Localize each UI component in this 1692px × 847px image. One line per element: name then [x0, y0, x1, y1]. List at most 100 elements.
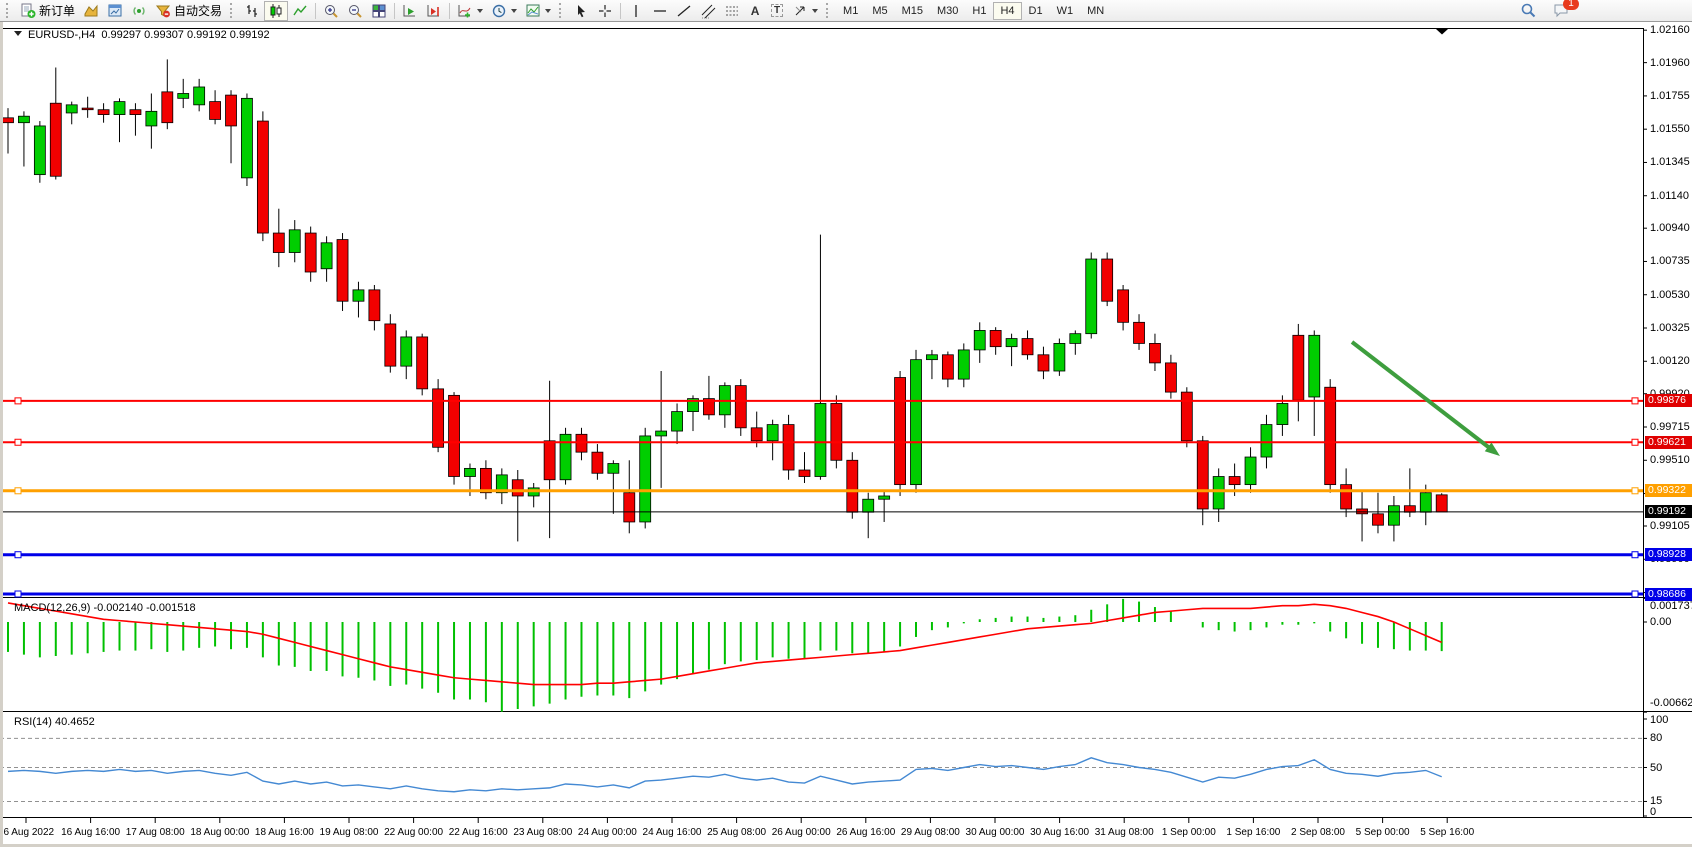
- timeframe-button-H4[interactable]: H4: [993, 2, 1021, 20]
- timeframe-button-H1[interactable]: H1: [965, 2, 993, 20]
- trend-arrow[interactable]: [1352, 342, 1500, 456]
- market-watch-button[interactable]: [103, 1, 127, 21]
- equidistant-channel-button[interactable]: [696, 1, 720, 21]
- market-watch-icon: [107, 3, 123, 19]
- arrows-button[interactable]: [788, 1, 822, 21]
- line-chart-icon: [292, 3, 308, 19]
- new-order-label: 新订单: [39, 2, 75, 19]
- price-tick: 1.01960: [1650, 57, 1690, 69]
- time-label: 2 Sep 08:00: [1291, 827, 1345, 838]
- templates-button[interactable]: [521, 1, 555, 21]
- toolbar-grip[interactable]: [826, 3, 832, 18]
- bar-chart-icon: [244, 3, 260, 19]
- periods-dropdown-caret: [511, 9, 517, 13]
- auto-scroll-button[interactable]: [398, 1, 422, 21]
- indicators-dropdown-caret: [477, 9, 483, 13]
- cursor-button[interactable]: [569, 1, 593, 21]
- rsi-line: [8, 758, 1442, 792]
- time-label: 18 Aug 00:00: [190, 827, 249, 838]
- time-label: 5 Sep 00:00: [1356, 827, 1410, 838]
- signals-button[interactable]: [127, 1, 151, 21]
- chart-canvas[interactable]: [0, 0, 1692, 847]
- toolbar-separator: [315, 3, 316, 19]
- notification-badge: 1: [1563, 0, 1579, 10]
- price-tick: 1.00325: [1650, 322, 1690, 334]
- time-label: 5 Sep 16:00: [1420, 827, 1474, 838]
- toolbar-grip[interactable]: [6, 3, 12, 18]
- price-line-label-0.99876: 0.99876: [1645, 394, 1692, 407]
- bar-chart-button[interactable]: [240, 1, 264, 21]
- timeframe-button-M30[interactable]: M30: [930, 2, 965, 20]
- macd-indicator-label: MACD(12,26,9) -0.002140 -0.001518: [14, 602, 196, 614]
- horizontal-line-0.98686[interactable]: [0, 591, 1643, 597]
- tile-windows-button[interactable]: [367, 1, 391, 21]
- text-label-button[interactable]: T: [766, 1, 788, 21]
- vertical-line-button[interactable]: [624, 1, 648, 21]
- time-label: 16 Aug 2022: [0, 827, 54, 838]
- equidistant-channel-icon: [700, 3, 716, 19]
- zoom-out-icon: [347, 3, 363, 19]
- rsi-tick: 50: [1650, 762, 1662, 774]
- candlestick-chart-button[interactable]: [264, 1, 288, 21]
- macd-tick: -0.006628: [1650, 697, 1692, 709]
- horizontal-line-0.99876[interactable]: [0, 398, 1643, 404]
- price-tick: 1.00530: [1650, 289, 1690, 301]
- trendline-button[interactable]: [672, 1, 696, 21]
- horizontal-line-0.99322[interactable]: [0, 488, 1643, 494]
- signals-icon: [131, 3, 147, 19]
- time-label: 18 Aug 16:00: [255, 827, 314, 838]
- chart-shift-icon: [426, 3, 442, 19]
- autotrading-button[interactable]: 自动交易: [151, 1, 226, 21]
- text-button[interactable]: A: [744, 1, 766, 21]
- candlestick-series: [3, 59, 1448, 541]
- profiles-button[interactable]: [79, 1, 103, 21]
- templates-dropdown-caret: [545, 9, 551, 13]
- periods-clock-icon: [491, 3, 507, 19]
- timeframe-button-W1[interactable]: W1: [1050, 2, 1081, 20]
- price-tick: 1.01550: [1650, 123, 1690, 135]
- new-order-button[interactable]: 新订单: [16, 1, 79, 21]
- arrows-tool-icon: [792, 3, 808, 19]
- symbol-ohlc-text: EURUSD-,H4 0.99297 0.99307 0.99192 0.991…: [28, 29, 270, 41]
- horizontal-line-icon: [652, 3, 668, 19]
- price-tick: 1.01345: [1650, 156, 1690, 168]
- price-tick: 0.99510: [1650, 454, 1690, 466]
- time-label: 16 Aug 16:00: [61, 827, 120, 838]
- templates-icon: [525, 3, 541, 19]
- zoom-out-button[interactable]: [343, 1, 367, 21]
- zoom-in-icon: [323, 3, 339, 19]
- time-label: 24 Aug 00:00: [578, 827, 637, 838]
- price-line-label-0.99621: 0.99621: [1645, 436, 1692, 449]
- time-label: 29 Aug 08:00: [901, 827, 960, 838]
- horizontal-line-0.98928[interactable]: [0, 552, 1643, 558]
- chart-shift-button[interactable]: [422, 1, 446, 21]
- rsi-indicator-label: RSI(14) 40.4652: [14, 716, 95, 728]
- timeframe-button-MN[interactable]: MN: [1080, 2, 1111, 20]
- time-label: 31 Aug 08:00: [1095, 827, 1154, 838]
- autotrading-label: 自动交易: [174, 2, 222, 19]
- timeframe-button-M1[interactable]: M1: [836, 2, 865, 20]
- price-line-label-0.98686: 0.98686: [1645, 588, 1692, 601]
- indicators-icon: [457, 3, 473, 19]
- timeframe-button-M5[interactable]: M5: [865, 2, 894, 20]
- horizontal-line-button[interactable]: [648, 1, 672, 21]
- toolbar-separator: [394, 3, 395, 19]
- indicators-button[interactable]: [453, 1, 487, 21]
- toolbar-grip[interactable]: [559, 3, 565, 18]
- fibonacci-button[interactable]: [720, 1, 744, 21]
- rsi-tick: 100: [1650, 714, 1668, 726]
- timeframe-button-D1[interactable]: D1: [1022, 2, 1050, 20]
- notifications-button[interactable]: 1: [1549, 1, 1574, 21]
- auto-scroll-icon: [402, 3, 418, 19]
- zoom-in-button[interactable]: [319, 1, 343, 21]
- line-chart-button[interactable]: [288, 1, 312, 21]
- macd-tick: 0.00: [1650, 616, 1671, 628]
- timeframe-button-M15[interactable]: M15: [895, 2, 930, 20]
- toolbar-grip[interactable]: [230, 3, 236, 18]
- macd-histogram: [8, 599, 1442, 712]
- crosshair-button[interactable]: [593, 1, 617, 21]
- time-label: 25 Aug 08:00: [707, 827, 766, 838]
- periods-button[interactable]: [487, 1, 521, 21]
- search-button[interactable]: [1516, 1, 1541, 21]
- collapse-arrow-icon[interactable]: [14, 31, 22, 36]
